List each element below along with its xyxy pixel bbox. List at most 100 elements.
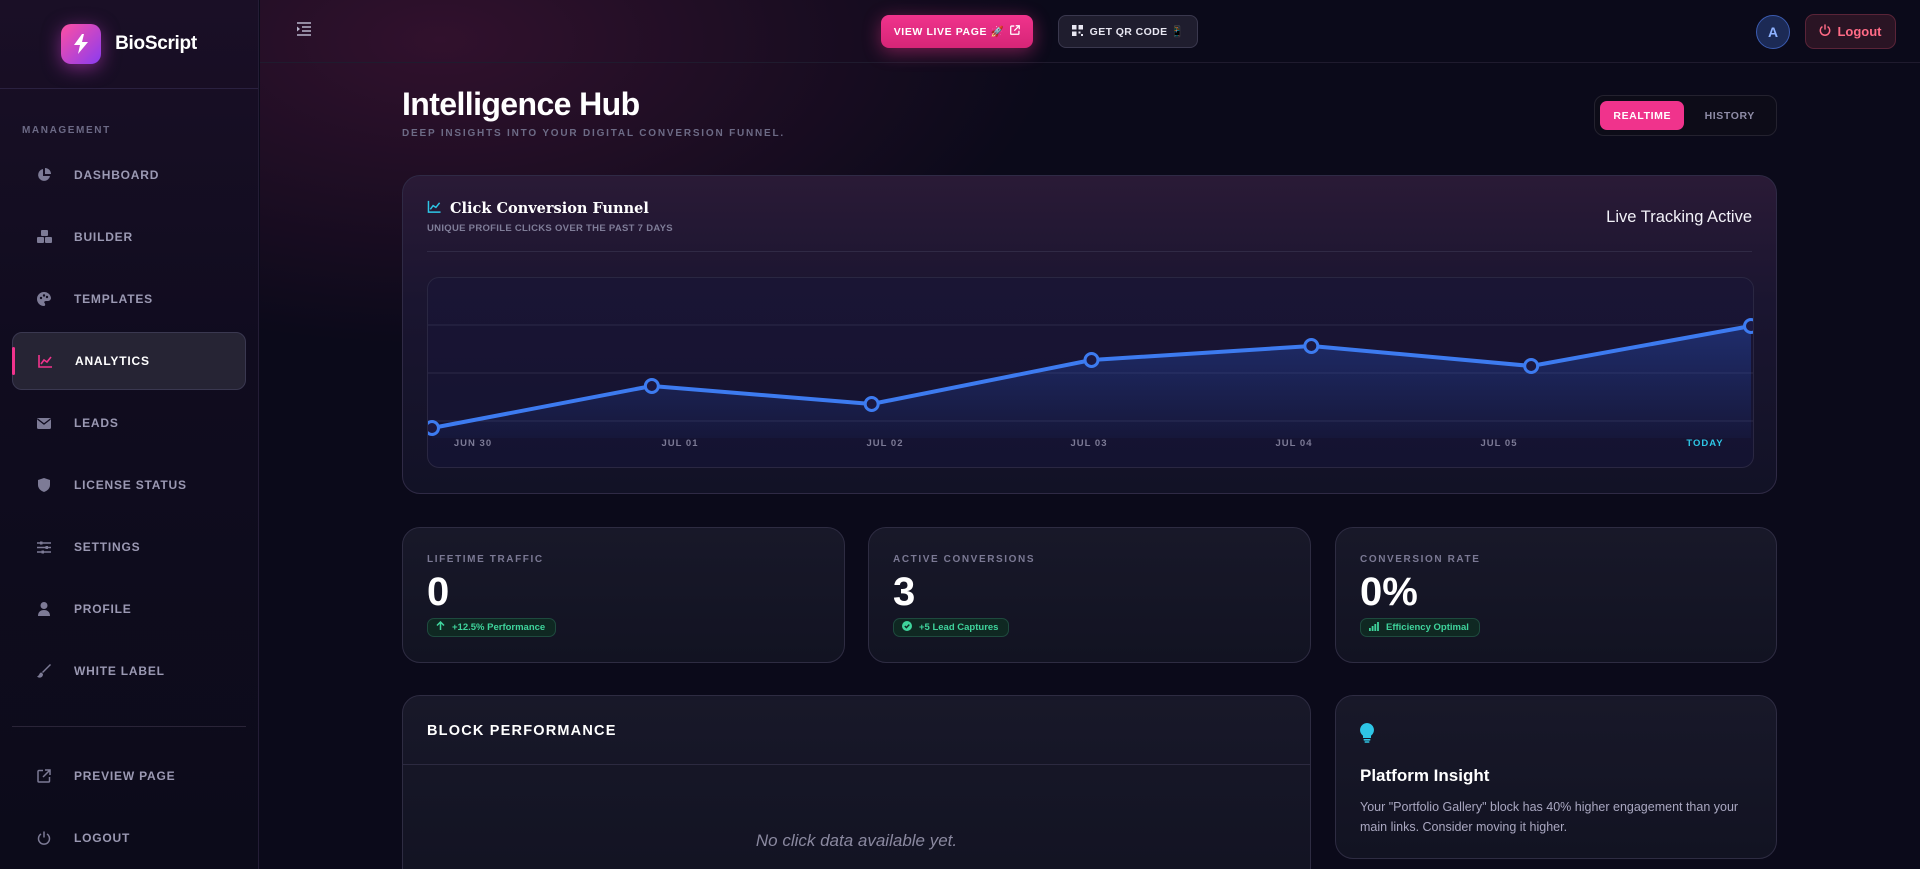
x-axis-label: JUL 02 — [867, 438, 904, 449]
chart-subtitle: UNIQUE PROFILE CLICKS OVER THE PAST 7 DA… — [427, 223, 673, 234]
block-performance-card: BLOCK PERFORMANCE No click data availabl… — [402, 695, 1311, 869]
sliders-icon — [36, 539, 52, 555]
get-qr-code-button[interactable]: GET QR CODE 📱 — [1058, 15, 1198, 48]
sidebar-item-analytics[interactable]: ANALYTICS — [12, 332, 246, 390]
stat-label: LIFETIME TRAFFIC — [427, 554, 544, 565]
data-point — [863, 396, 880, 412]
x-axis-label: JUL 04 — [1276, 438, 1313, 449]
sidebar-nav: DASHBOARD BUILDER TEMPLATES ANALYTICS LE… — [0, 146, 258, 700]
series-area — [432, 326, 1751, 438]
page-title: Intelligence Hub — [402, 86, 640, 122]
block-performance-title: BLOCK PERFORMANCE — [427, 723, 617, 739]
sidebar-item-leads[interactable]: LEADS — [12, 394, 246, 452]
stat-value: 0 — [427, 570, 450, 614]
status-badge: +12.5% Performance — [427, 618, 557, 637]
data-point — [1523, 358, 1540, 374]
sidebar-item-label: WHITE LABEL — [74, 664, 165, 678]
brand[interactable]: BioScript — [0, 0, 258, 89]
x-axis-label: JUL 01 — [662, 438, 699, 449]
pie-chart-icon — [36, 167, 52, 183]
power-icon — [1819, 24, 1831, 39]
sidebar-divider — [12, 726, 246, 727]
live-tracking-status: Live Tracking Active — [1606, 208, 1752, 226]
block-performance-divider — [403, 764, 1310, 765]
sidebar-item-label: LEADS — [74, 416, 119, 430]
sidebar-bottom-nav: PREVIEW PAGE LOGOUT — [0, 747, 258, 869]
cubes-icon — [36, 229, 52, 245]
avatar[interactable]: A — [1756, 15, 1790, 49]
sidebar-item-builder[interactable]: BUILDER — [12, 208, 246, 266]
get-qr-code-label: GET QR CODE 📱 — [1089, 26, 1185, 38]
signal-icon — [1369, 621, 1379, 634]
sidebar-item-logout[interactable]: LOGOUT — [12, 809, 246, 867]
external-link-icon — [36, 768, 52, 784]
shield-icon — [36, 477, 52, 493]
sidebar-item-dashboard[interactable]: DASHBOARD — [12, 146, 246, 204]
data-point — [643, 378, 660, 394]
stat-card-active-conversions: ACTIVE CONVERSIONS 3 +5 Lead Captures — [868, 527, 1311, 663]
logout-button[interactable]: Logout — [1805, 14, 1896, 49]
sidebar-item-label: LOGOUT — [74, 831, 131, 845]
external-link-icon — [1010, 25, 1021, 38]
line-chart-icon — [427, 200, 442, 217]
stat-card-lifetime-traffic: LIFETIME TRAFFIC 0 +12.5% Performance — [402, 527, 845, 663]
brush-icon — [36, 663, 52, 679]
realtime-tab[interactable]: REALTIME — [1600, 101, 1685, 130]
conversion-chart-svg: JUN 30 JUL 01 JUL 02 JUL 03 JUL 04 JUL 05 TODA… — [428, 318, 1753, 449]
arrow-up-icon — [436, 620, 445, 634]
topbar: VIEW LIVE PAGE 🚀 GET QR CODE 📱 A Logout — [260, 0, 1920, 63]
chart-title: Click Conversion Funnel — [427, 200, 649, 217]
x-axis-label: JUL 05 — [1481, 438, 1518, 449]
sidebar-item-profile[interactable]: PROFILE — [12, 580, 246, 638]
sidebar-item-white-label[interactable]: WHITE LABEL — [12, 642, 246, 700]
time-range-toggle: REALTIME HISTORY — [1594, 95, 1777, 136]
status-badge-text: +12.5% Performance — [452, 622, 546, 633]
sidebar-item-label: ANALYTICS — [75, 354, 150, 368]
lightbulb-icon — [1360, 723, 1374, 748]
line-chart-icon — [37, 353, 53, 369]
x-axis-label: JUN 30 — [454, 438, 492, 449]
view-live-page-button[interactable]: VIEW LIVE PAGE 🚀 — [881, 15, 1033, 48]
sidebar-item-templates[interactable]: TEMPLATES — [12, 270, 246, 328]
menu-toggle-icon[interactable] — [296, 22, 314, 40]
sidebar-item-label: DASHBOARD — [74, 168, 160, 182]
conversion-funnel-card: Click Conversion Funnel UNIQUE PROFILE C… — [402, 175, 1777, 494]
sidebar-item-label: SETTINGS — [74, 540, 141, 554]
x-axis-label: TODAY — [1686, 438, 1723, 449]
sidebar-item-label: LICENSE STATUS — [74, 478, 187, 492]
palette-icon — [36, 291, 52, 307]
sidebar: BioScript MANAGEMENT DASHBOARD BUILDER T… — [0, 0, 259, 869]
sidebar-item-settings[interactable]: SETTINGS — [12, 518, 246, 576]
stat-value: 0% — [1360, 570, 1418, 614]
status-badge: +5 Lead Captures — [893, 618, 1010, 637]
empty-state-text: No click data available yet. — [755, 831, 958, 850]
chart-title-text: Click Conversion Funnel — [450, 200, 649, 217]
conversion-chart: JUN 30 JUL 01 JUL 02 JUL 03 JUL 04 JUL 05 TODA… — [427, 277, 1754, 468]
power-icon — [36, 830, 52, 846]
sidebar-item-label: TEMPLATES — [74, 292, 153, 306]
sidebar-item-license-status[interactable]: LICENSE STATUS — [12, 456, 246, 514]
view-live-page-label: VIEW LIVE PAGE 🚀 — [893, 26, 1005, 38]
sidebar-item-label: BUILDER — [74, 230, 133, 244]
stat-card-conversion-rate: CONVERSION RATE 0% Efficiency Optimal — [1335, 527, 1777, 663]
qr-code-icon — [1071, 24, 1083, 39]
stat-value: 3 — [893, 570, 916, 614]
insight-text: Your "Portfolio Gallery" block has 40% h… — [1360, 800, 1739, 834]
stat-label: CONVERSION RATE — [1360, 554, 1481, 565]
bolt-icon — [61, 24, 102, 64]
logout-label: Logout — [1837, 24, 1882, 39]
platform-insight-card: Platform Insight Your "Portfolio Gallery… — [1335, 695, 1777, 859]
status-badge: Efficiency Optimal — [1360, 618, 1480, 637]
data-point — [1303, 338, 1320, 354]
data-point — [1083, 352, 1100, 368]
sidebar-item-label: PROFILE — [74, 602, 132, 616]
x-axis-label: JUL 03 — [1071, 438, 1108, 449]
chart-divider — [427, 251, 1752, 252]
nav-section-label: MANAGEMENT — [22, 125, 111, 136]
data-point — [428, 420, 440, 436]
check-circle-icon — [902, 621, 912, 634]
sidebar-item-preview-page[interactable]: PREVIEW PAGE — [12, 747, 246, 805]
history-tab[interactable]: HISTORY — [1688, 101, 1771, 130]
brand-name: BioScript — [115, 33, 197, 54]
page-subtitle: DEEP INSIGHTS INTO YOUR DIGITAL CONVERSI… — [402, 128, 785, 139]
